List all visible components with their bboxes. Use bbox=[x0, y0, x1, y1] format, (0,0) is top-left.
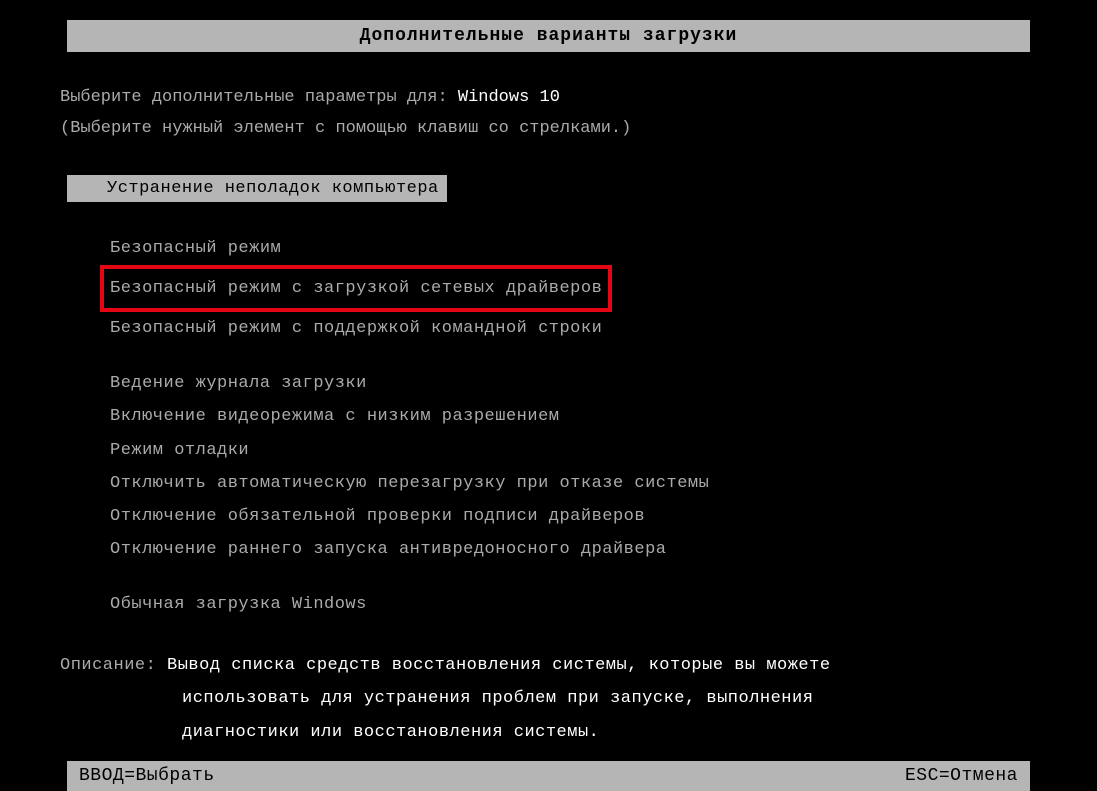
option-disable-auto-restart[interactable]: Отключить автоматическую перезагрузку пр… bbox=[110, 467, 1097, 500]
option-boot-logging[interactable]: Ведение журнала загрузки bbox=[110, 367, 1097, 400]
description-line-1: Вывод списка средств восстановления сист… bbox=[167, 656, 831, 675]
description-block: Описание: Вывод списка средств восстанов… bbox=[60, 649, 1097, 748]
option-low-res-video[interactable]: Включение видеорежима с низким разрешени… bbox=[110, 400, 1097, 433]
boot-options-list: Безопасный режим Безопасный режим с загр… bbox=[110, 232, 1097, 621]
prompt-line-1: Выберите дополнительные параметры для: W… bbox=[60, 82, 1097, 113]
header-title-bar: Дополнительные варианты загрузки bbox=[67, 20, 1030, 52]
header-title: Дополнительные варианты загрузки bbox=[360, 26, 738, 46]
option-safe-mode-cmd[interactable]: Безопасный режим с поддержкой командной … bbox=[110, 312, 1097, 345]
prompt-section: Выберите дополнительные параметры для: W… bbox=[60, 82, 1097, 145]
selected-option-repair[interactable]: Устранение неполадок компьютера bbox=[67, 175, 447, 202]
option-debug-mode[interactable]: Режим отладки bbox=[110, 434, 1097, 467]
footer-bar: ВВОД=Выбрать ESC=Отмена bbox=[67, 761, 1030, 791]
option-safe-mode[interactable]: Безопасный режим bbox=[110, 232, 1097, 265]
prompt-line-2: (Выберите нужный элемент с помощью клави… bbox=[60, 113, 1097, 144]
option-start-normally[interactable]: Обычная загрузка Windows bbox=[110, 588, 1097, 621]
selected-option-label: Устранение неполадок компьютера bbox=[107, 179, 439, 198]
footer-enter-hint: ВВОД=Выбрать bbox=[79, 766, 215, 786]
option-disable-driver-sig[interactable]: Отключение обязательной проверки подписи… bbox=[110, 500, 1097, 533]
os-name: Windows 10 bbox=[458, 88, 560, 107]
description-line-3: диагностики или восстановления системы. bbox=[182, 716, 1097, 749]
description-line-2: использовать для устранения проблем при … bbox=[182, 682, 1097, 715]
option-disable-antimalware[interactable]: Отключение раннего запуска антивредоносн… bbox=[110, 533, 1097, 566]
prompt-prefix: Выберите дополнительные параметры для: bbox=[60, 88, 458, 107]
description-label: Описание: bbox=[60, 656, 167, 675]
option-safe-mode-networking[interactable]: Безопасный режим с загрузкой сетевых дра… bbox=[100, 265, 612, 312]
footer-esc-hint: ESC=Отмена bbox=[905, 766, 1018, 786]
